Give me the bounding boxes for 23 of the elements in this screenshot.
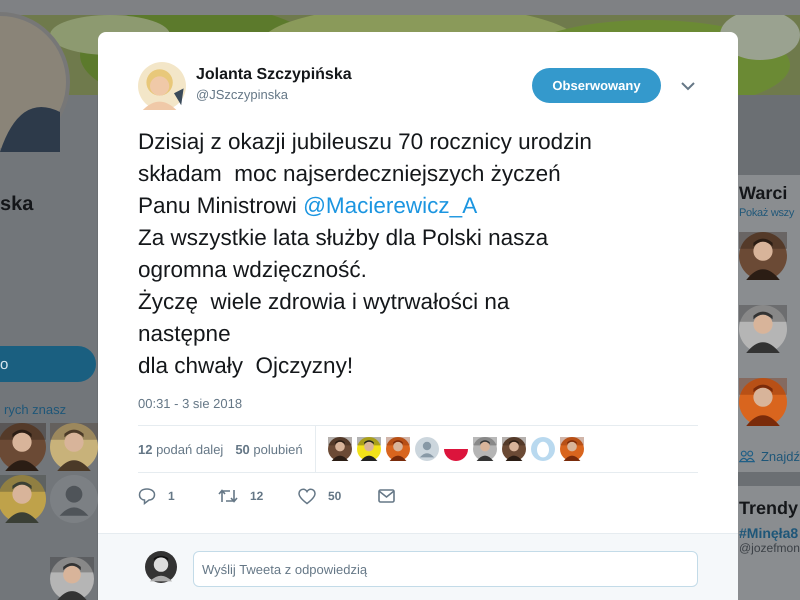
follow-button[interactable]: o <box>0 346 96 382</box>
reply-field[interactable]: Wyślij Tweeta z odpowiedzią <box>193 551 698 587</box>
section-heading: Warci <box>739 183 788 204</box>
profile-name: ska <box>0 193 34 216</box>
mention-link[interactable]: @Macierewicz_A <box>303 193 478 218</box>
stat-link[interactable]: 50 polubień <box>235 442 303 456</box>
section-heading: Trendy <box>739 498 800 519</box>
reply-icon[interactable] <box>138 487 156 505</box>
show-all-link[interactable]: Pokaż wszy <box>739 207 800 219</box>
trend-link[interactable]: #Minęła8 <box>739 525 800 541</box>
tweet-text: Dzisiaj z okazji jubileuszu 70 rocznicy urodzin składam moc najserdeczniejszych życzeń Panu Ministrowi @Macierewicz_A Za wszystkie lata służby dla Polski nasza ogromna wdzięczność. Życzę wiele zdrowia i wytrwałości na następne dla chwały Ojczyzny! <box>138 128 592 380</box>
action-count: 1 <box>168 489 175 503</box>
trend-author: @jozefmon <box>739 541 800 555</box>
envelope-icon[interactable] <box>378 489 395 503</box>
heart-icon[interactable] <box>298 488 316 504</box>
retweet-icon[interactable] <box>218 488 238 504</box>
find-link[interactable]: Znajdź <box>760 448 800 464</box>
action-count: 50 <box>328 489 342 503</box>
action-count: 12 <box>250 489 264 503</box>
timestamp[interactable]: 00:31 - 3 sie 2018 <box>138 396 242 411</box>
people-icon <box>739 448 755 464</box>
stat-link[interactable]: 12 podań dalej <box>138 442 224 456</box>
avatar-icon[interactable] <box>414 437 439 461</box>
